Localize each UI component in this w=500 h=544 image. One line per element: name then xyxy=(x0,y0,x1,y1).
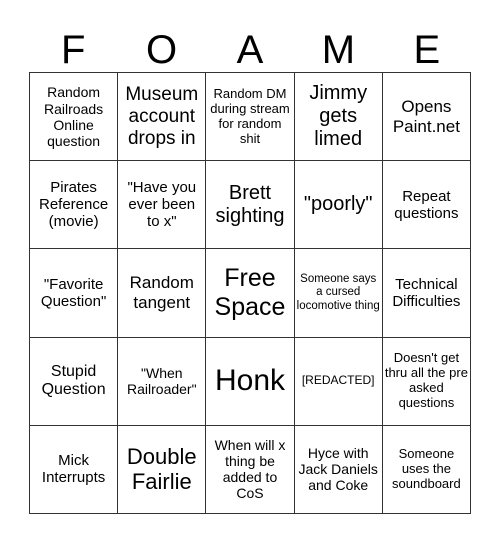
bingo-cell[interactable]: Brett sighting xyxy=(206,161,295,250)
bingo-cell[interactable]: Technical Difficulties xyxy=(382,249,471,338)
bingo-header: F O A M E xyxy=(29,28,471,72)
bingo-cell[interactable]: "When Railroader" xyxy=(118,337,207,426)
bingo-cell[interactable]: Someone uses the soundboard xyxy=(382,425,471,514)
bingo-cell[interactable]: "poorly" xyxy=(294,161,383,250)
bingo-cell[interactable]: "Favorite Question" xyxy=(30,249,119,338)
bingo-cell[interactable]: [REDACTED] xyxy=(294,337,383,426)
bingo-cell[interactable]: Stupid Question xyxy=(30,337,119,426)
bingo-cell[interactable]: When will x thing be added to CoS xyxy=(206,425,295,514)
bingo-cell[interactable]: Doesn't get thru all the pre asked quest… xyxy=(382,337,471,426)
bingo-cell[interactable]: Pirates Reference (movie) xyxy=(30,161,119,250)
header-letter-f: F xyxy=(60,28,86,72)
header-letter-a: A xyxy=(236,28,264,72)
bingo-cell[interactable]: Double Fairlie xyxy=(118,425,207,514)
bingo-cell[interactable]: Repeat questions xyxy=(382,161,471,250)
bingo-cell[interactable]: Someone says a cursed locomotive thing xyxy=(294,249,383,338)
bingo-cell[interactable]: Mick Interrupts xyxy=(30,425,119,514)
bingo-cell[interactable]: Random Railroads Online question xyxy=(30,73,119,162)
bingo-cell[interactable]: Hyce with Jack Daniels and Coke xyxy=(294,425,383,514)
bingo-board: Random Railroads Online question Museum … xyxy=(29,72,471,514)
bingo-cell[interactable]: Museum account drops in xyxy=(118,73,207,162)
header-letter-m: M xyxy=(321,28,356,72)
free-space-cell[interactable]: Free Space xyxy=(206,249,295,338)
header-letter-o: O xyxy=(146,28,178,72)
bingo-cell[interactable]: Random DM during stream for random shit xyxy=(206,73,295,162)
bingo-cell[interactable]: Random tangent xyxy=(118,249,207,338)
bingo-cell[interactable]: "Have you ever been to x" xyxy=(118,161,207,250)
bingo-cell[interactable]: Honk xyxy=(206,337,295,426)
bingo-cell[interactable]: Jimmy gets limed xyxy=(294,73,383,162)
header-letter-e: E xyxy=(413,28,441,72)
bingo-cell[interactable]: Opens Paint.net xyxy=(382,73,471,162)
